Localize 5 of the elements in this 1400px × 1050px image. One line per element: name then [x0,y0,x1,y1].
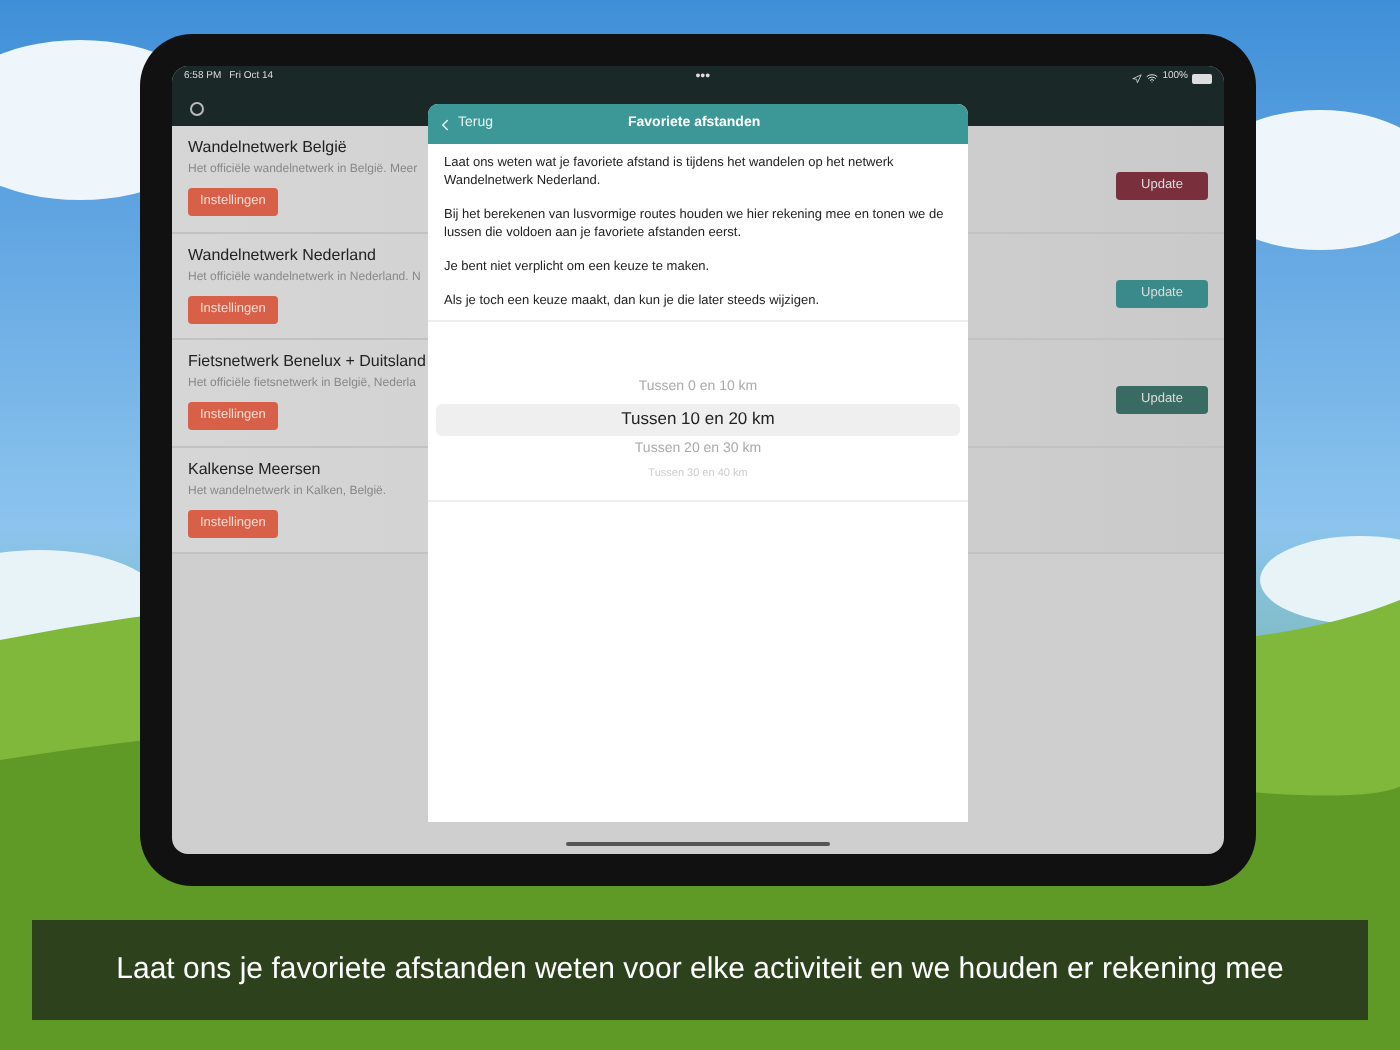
network-title: Kalkense Meersen [188,457,321,479]
caption-text: Laat ons je favoriete afstanden weten voor elke activiteit en we houden er rekening mee [116,949,1284,990]
network-title: Wandelnetwerk België [188,136,347,158]
network-title: Wandelnetwerk Nederland [188,243,376,265]
network-title: Fietsnetwerk Benelux + Duitsland [188,350,426,372]
